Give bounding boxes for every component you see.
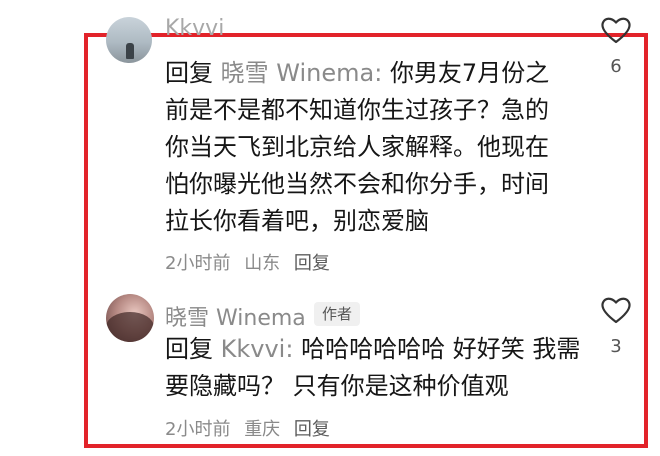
like-button[interactable]: 3 (596, 296, 636, 357)
avatar-hair (106, 312, 154, 342)
author-badge: 作者 (314, 302, 361, 326)
like-count: 6 (610, 56, 622, 77)
heart-outline-icon (601, 297, 631, 324)
comment-body: 回复 Kkvvi: 哈哈哈哈哈哈 好好笑 我需要隐藏吗？ 只有你是这种价值观 (165, 331, 585, 405)
reply-target[interactable]: Kkvvi: (221, 335, 294, 363)
comment-meta: 2小时前 山东 回复 (165, 249, 338, 275)
comment-time: 2小时前 (165, 419, 231, 440)
comment-meta: 2小时前 重庆 回复 (165, 415, 338, 441)
comment-time: 2小时前 (165, 253, 231, 274)
like-button[interactable]: 6 (596, 16, 636, 77)
avatar[interactable] (106, 17, 152, 63)
comment-username[interactable]: Kkvvi (165, 16, 224, 41)
reply-button[interactable]: 回复 (294, 253, 330, 274)
reply-prefix: 回复 (165, 59, 213, 87)
reply-target[interactable]: 晓雪 Winema: (221, 59, 383, 87)
like-count: 3 (610, 336, 622, 357)
heart-outline-icon (601, 17, 631, 44)
avatar-figure (126, 43, 134, 59)
comment-location: 山东 (244, 253, 281, 274)
comment-location: 重庆 (244, 419, 281, 440)
comment-body: 回复 晓雪 Winema: 你男友7月份之前是不是都不知道你生过孩子？急的你当天… (165, 55, 565, 240)
avatar[interactable] (106, 294, 154, 342)
reply-button[interactable]: 回复 (294, 419, 330, 440)
comment-username[interactable]: 晓雪 Winema (165, 300, 306, 332)
reply-prefix: 回复 (165, 335, 213, 363)
